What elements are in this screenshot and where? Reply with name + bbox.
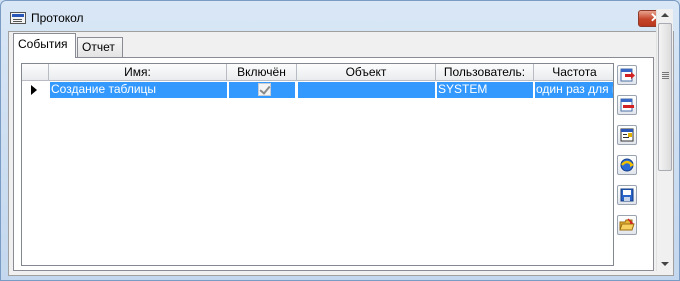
scroll-up-icon[interactable]	[661, 13, 669, 17]
vertical-scrollbar[interactable]	[656, 9, 673, 271]
add-event-button[interactable]	[617, 65, 637, 85]
events-tab-page: Имя: Включён Объект Пользователь: Частот…	[13, 57, 654, 271]
column-header-object[interactable]: Объект	[297, 64, 436, 81]
column-header-name[interactable]: Имя:	[49, 64, 227, 81]
tab-events[interactable]: События	[13, 33, 76, 58]
properties-icon	[620, 128, 634, 142]
cell-enabled[interactable]	[229, 82, 295, 98]
cell-user[interactable]: SYSTEM	[437, 82, 533, 98]
window-title: Протокол	[31, 11, 84, 25]
column-header-enabled[interactable]: Включён	[227, 64, 297, 81]
scrollbar-thumb[interactable]	[658, 23, 672, 171]
window-client-area: События Отчет Имя: Включён Объект Пользо…	[8, 31, 674, 276]
enabled-checkbox[interactable]	[258, 83, 271, 96]
events-grid[interactable]: Имя: Включён Объект Пользователь: Частот…	[21, 63, 614, 266]
protocol-window: Протокол ✕ События Отчет Имя: Включён Об…	[0, 0, 680, 281]
cell-frequency[interactable]: один раз для п	[535, 82, 613, 98]
refresh-button[interactable]	[617, 155, 637, 175]
add-icon	[620, 68, 635, 82]
window-icon	[10, 12, 26, 24]
cell-name[interactable]: Создание таблицы	[50, 82, 227, 98]
delete-icon	[620, 98, 634, 112]
scroll-down-icon[interactable]	[661, 262, 669, 266]
column-header-user[interactable]: Пользователь:	[436, 64, 534, 81]
save-icon	[620, 188, 634, 202]
refresh-icon	[620, 158, 634, 172]
tab-report[interactable]: Отчет	[77, 37, 123, 57]
properties-button[interactable]	[617, 125, 637, 145]
column-header-frequency[interactable]: Частота	[534, 64, 613, 81]
title-bar[interactable]: Протокол ✕	[1, 1, 679, 33]
save-button[interactable]	[617, 185, 637, 205]
row-header-corner	[22, 64, 49, 81]
cell-object[interactable]	[298, 82, 435, 98]
current-row-indicator-icon	[22, 82, 48, 98]
open-button[interactable]	[617, 215, 637, 235]
open-folder-icon	[619, 218, 635, 231]
delete-event-button[interactable]	[617, 95, 637, 115]
